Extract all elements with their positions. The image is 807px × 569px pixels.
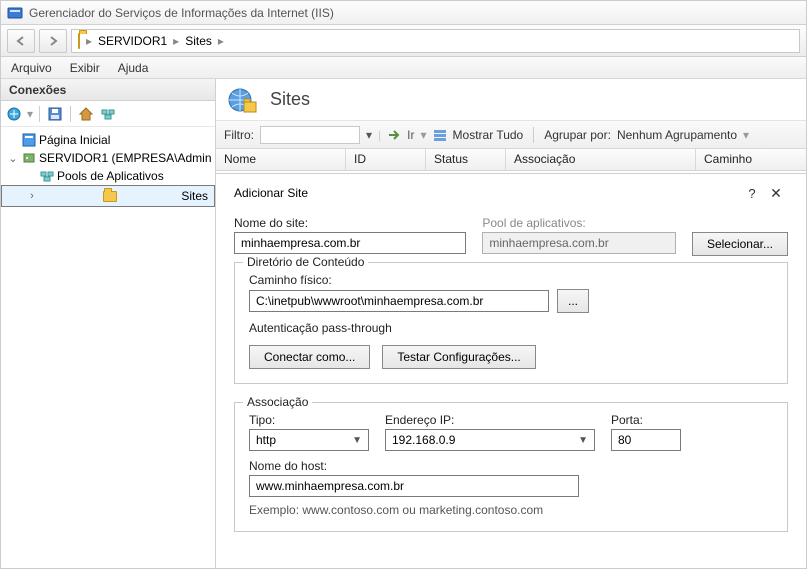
close-button[interactable]: ✕: [764, 185, 788, 202]
address-bar[interactable]: ▸ SERVIDOR1 ▸ Sites ▸: [71, 29, 800, 53]
host-example: Exemplo: www.contoso.com ou marketing.co…: [249, 503, 773, 517]
breadcrumb-sep-icon: ▸: [86, 34, 92, 48]
connect-icon[interactable]: [5, 105, 23, 123]
main-pane: Sites Filtro: ▾ | Ir ▾ Mostrar Tudo Agru…: [216, 79, 806, 568]
col-id[interactable]: ID: [346, 149, 426, 170]
home-icon[interactable]: [77, 105, 95, 123]
help-button[interactable]: ?: [740, 186, 764, 201]
group-by-value[interactable]: Nenhum Agrupamento: [617, 128, 737, 142]
tree: Página Inicial ⌄ SERVIDOR1 (EMPRESA\Admi…: [1, 127, 215, 568]
breadcrumb-server[interactable]: SERVIDOR1: [98, 34, 167, 48]
app-pool-label: Pool de aplicativos:: [482, 216, 676, 230]
col-name[interactable]: Nome: [216, 149, 346, 170]
collapse-icon[interactable]: ⌄: [7, 152, 19, 165]
select-app-pool-button[interactable]: Selecionar...: [692, 232, 788, 256]
show-all-icon[interactable]: [433, 128, 447, 142]
connections-header: Conexões: [1, 79, 215, 101]
app-pool-icon[interactable]: [99, 105, 117, 123]
folder-icon: [78, 34, 80, 48]
menu-help[interactable]: Ajuda: [118, 61, 149, 75]
breadcrumb-sites[interactable]: Sites: [185, 34, 212, 48]
dialog-title: Adicionar Site: [234, 186, 740, 200]
save-icon[interactable]: [46, 105, 64, 123]
filter-bar: Filtro: ▾ | Ir ▾ Mostrar Tudo Agrupar po…: [216, 121, 806, 149]
type-label: Tipo:: [249, 413, 369, 427]
menu-file[interactable]: Arquivo: [11, 61, 52, 75]
host-input[interactable]: [249, 475, 579, 497]
sites-folder-icon: [102, 188, 118, 204]
group-by-label: Agrupar por:: [544, 128, 611, 142]
sites-big-icon: [226, 84, 258, 116]
body: Conexões ▾ Página Inicial ⌄: [1, 79, 806, 568]
menubar: Arquivo Exibir Ajuda: [1, 57, 806, 79]
col-path[interactable]: Caminho: [696, 149, 806, 170]
breadcrumb-sep-icon: ▸: [173, 34, 179, 48]
filter-label: Filtro:: [224, 128, 254, 142]
app-pool-input: [482, 232, 676, 254]
col-status[interactable]: Status: [426, 149, 506, 170]
host-label: Nome do host:: [249, 459, 773, 473]
app-pool-node-icon: [39, 168, 55, 184]
forward-button[interactable]: [39, 29, 67, 53]
go-label: Ir: [407, 128, 414, 142]
connections-pane: Conexões ▾ Página Inicial ⌄: [1, 79, 216, 568]
filter-input[interactable]: [260, 126, 360, 144]
phys-path-input[interactable]: [249, 290, 549, 312]
browse-button[interactable]: ...: [557, 289, 589, 313]
port-label: Porta:: [611, 413, 681, 427]
binding-group: Associação Tipo: http ▼ Endereço IP:: [234, 402, 788, 532]
tree-app-pools[interactable]: Pools de Aplicativos: [1, 167, 215, 185]
add-site-dialog: Adicionar Site ? ✕ Nome do site: Pool de…: [216, 173, 806, 568]
iis-icon: [7, 5, 23, 21]
show-all-label[interactable]: Mostrar Tudo: [453, 128, 524, 142]
menu-view[interactable]: Exibir: [70, 61, 100, 75]
back-button[interactable]: [7, 29, 35, 53]
port-input[interactable]: [611, 429, 681, 451]
chevron-down-icon: ▼: [352, 435, 362, 446]
titlebar: Gerenciador do Serviços de Informações d…: [1, 1, 806, 25]
site-name-label: Nome do site:: [234, 216, 466, 230]
go-icon[interactable]: [387, 128, 401, 142]
tree-sites[interactable]: › Sites: [1, 185, 215, 207]
content-directory-group: Diretório de Conteúdo Caminho físico: ..…: [234, 262, 788, 384]
iis-manager-window: Gerenciador do Serviços de Informações d…: [0, 0, 807, 569]
connections-toolbar: ▾: [1, 101, 215, 127]
page-title: Sites: [270, 89, 310, 110]
site-name-input[interactable]: [234, 232, 466, 254]
phys-path-label: Caminho físico:: [249, 273, 773, 287]
server-icon: [21, 150, 37, 166]
grid-header: Nome ID Status Associação Caminho: [216, 149, 806, 171]
start-page-icon: [21, 132, 37, 148]
ip-label: Endereço IP:: [385, 413, 595, 427]
binding-group-legend: Associação: [243, 395, 312, 409]
test-settings-button[interactable]: Testar Configurações...: [382, 345, 535, 369]
chevron-down-icon: ▼: [578, 435, 588, 446]
main-header: Sites: [216, 79, 806, 121]
tree-server[interactable]: ⌄ SERVIDOR1 (EMPRESA\Admin: [1, 149, 215, 167]
ip-select[interactable]: 192.168.0.9 ▼: [385, 429, 595, 451]
breadcrumb-sep-icon: ▸: [218, 34, 224, 48]
connect-as-button[interactable]: Conectar como...: [249, 345, 370, 369]
window-title: Gerenciador do Serviços de Informações d…: [29, 6, 334, 20]
tree-start-page[interactable]: Página Inicial: [1, 131, 215, 149]
col-binding[interactable]: Associação: [506, 149, 696, 170]
passthrough-label: Autenticação pass-through: [249, 321, 773, 335]
navbar: ▸ SERVIDOR1 ▸ Sites ▸: [1, 25, 806, 57]
expand-icon[interactable]: ›: [26, 190, 38, 202]
type-select[interactable]: http ▼: [249, 429, 369, 451]
content-group-legend: Diretório de Conteúdo: [243, 255, 368, 269]
